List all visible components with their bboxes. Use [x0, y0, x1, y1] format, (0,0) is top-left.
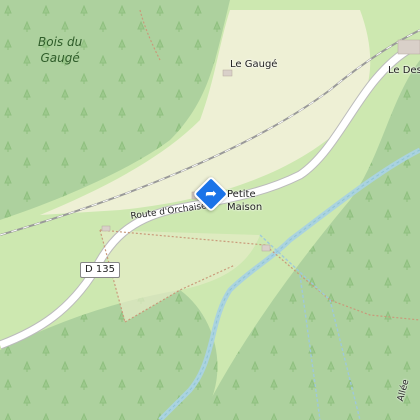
place-label-line2: Maison	[227, 202, 263, 213]
hamlet-label[interactable]: Le Gaugé	[230, 59, 277, 70]
directions-icon: ➦	[205, 186, 217, 202]
hamlet2-label[interactable]: Le Des	[388, 65, 420, 76]
map-view[interactable]: Bois du Gaugé Le Gaugé Le Des Petite Mai…	[0, 0, 420, 420]
road-number-shield: D 135	[80, 262, 120, 278]
building	[397, 39, 420, 55]
forest-label: Bois du Gaugé	[38, 34, 82, 66]
place-label[interactable]: Petite Maison	[227, 188, 262, 214]
building	[261, 244, 271, 252]
building	[101, 225, 111, 232]
building	[222, 69, 233, 77]
forest-label-line1: Bois du	[38, 35, 83, 49]
forest-label-line2: Gaugé	[40, 51, 80, 65]
place-label-line1: Petite	[227, 189, 256, 200]
